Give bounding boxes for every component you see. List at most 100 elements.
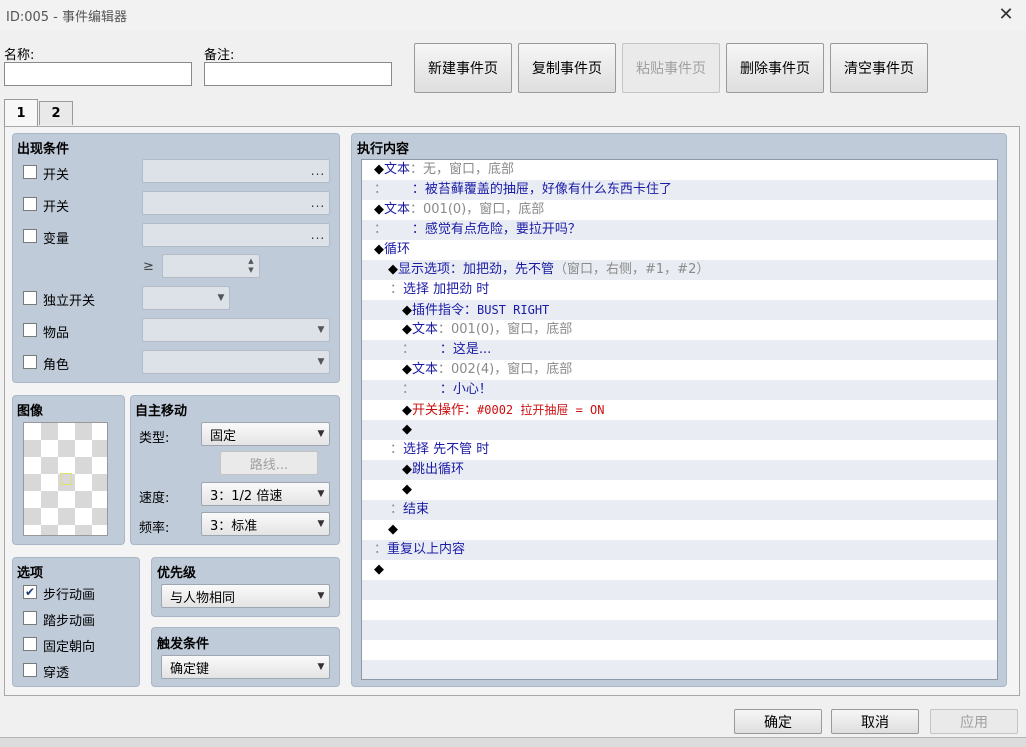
command-row[interactable] (362, 660, 997, 679)
command-text: ： (390, 502, 404, 517)
command-text: ： (374, 182, 388, 197)
window-title: ID:005 - 事件编辑器 (6, 10, 127, 25)
actor-label: 角色 (43, 358, 70, 373)
command-row[interactable] (362, 600, 997, 620)
contents-title: 执行内容 (357, 142, 410, 157)
move-speed-value: 3：1/2 倍速 (210, 488, 283, 504)
route-button[interactable]: 路线... (220, 451, 318, 475)
command-row[interactable] (362, 640, 997, 660)
command-row[interactable]: ： ：感觉有点危险，要拉开吗？ (362, 220, 997, 240)
copy-page-button[interactable]: 复制事件页 (518, 43, 616, 93)
variable-field[interactable]: ... (142, 223, 330, 247)
item-checkbox[interactable] (23, 323, 37, 337)
ellipsis-icon: ... (310, 228, 326, 242)
walking-anim-label: 步行动画 (43, 588, 96, 603)
stepping-anim-checkbox[interactable] (23, 611, 37, 625)
command-row[interactable] (362, 620, 997, 640)
spinner-arrows-icon[interactable]: ▲ ▼ (243, 257, 259, 275)
trigger-select[interactable]: 确定键 ▼ (161, 655, 330, 679)
command-text: 跳出循环 (412, 462, 465, 477)
item-select[interactable]: ▼ (142, 318, 330, 342)
command-text: ◆ (402, 303, 412, 318)
priority-select[interactable]: 与人物相同 ▼ (161, 584, 330, 608)
actor-select[interactable]: ▼ (142, 350, 330, 374)
tab-page-1[interactable]: 1 (4, 99, 38, 127)
ok-button[interactable]: 确定 (734, 709, 822, 734)
ellipsis-icon: ... (310, 196, 326, 210)
command-row[interactable]: ◆ (362, 560, 997, 580)
command-text: ：这是... (439, 342, 492, 357)
command-row[interactable]: ◆跳出循环 (362, 460, 997, 480)
conditions-title: 出现条件 (17, 142, 70, 157)
switch1-field[interactable]: ... (142, 159, 330, 183)
command-row[interactable]: ◆插件指令：BUST RIGHT (362, 300, 997, 320)
paste-page-button[interactable]: 粘贴事件页 (622, 43, 720, 93)
clear-page-button[interactable]: 清空事件页 (830, 43, 928, 93)
command-row[interactable]: ： ：这是... (362, 340, 997, 360)
command-row[interactable]: ◆显示选项：加把劲，先不管（窗口，右侧，#1，#2） (362, 260, 997, 280)
self-switch-checkbox[interactable] (23, 291, 37, 305)
command-text: 开关操作： (412, 403, 478, 418)
command-row[interactable]: ： ：被苔藓覆盖的抽屉，好像有什么东西卡住了 (362, 180, 997, 200)
command-text: ◆ (374, 162, 384, 177)
variable-value-spinner[interactable]: ▲ ▼ (162, 254, 260, 278)
self-switch-select[interactable]: ▼ (142, 286, 230, 310)
name-label: 名称: (4, 48, 35, 63)
move-type-select[interactable]: 固定 ▼ (201, 422, 330, 446)
command-text: 文本 (412, 322, 439, 337)
name-input[interactable] (4, 62, 192, 86)
command-text (387, 182, 412, 197)
command-list[interactable]: ◆文本：无，窗口，底部： ：被苔藓覆盖的抽屉，好像有什么东西卡住了 ◆文本：001… (361, 159, 998, 680)
event-image-preview[interactable] (23, 422, 108, 536)
check-icon: ✔ (24, 585, 36, 599)
walking-anim-checkbox[interactable]: ✔ (23, 585, 37, 599)
command-row[interactable]: ◆文本：无，窗口，底部 (362, 160, 997, 180)
command-row[interactable]: ◆文本：001(0)，窗口，底部 (362, 200, 997, 220)
command-row[interactable]: ◆循环 (362, 240, 997, 260)
switch2-checkbox[interactable] (23, 197, 37, 211)
trigger-value: 确定键 (170, 661, 210, 677)
chevron-down-icon: ▼ (317, 325, 325, 335)
command-text: ◆ (374, 202, 384, 217)
image-title: 图像 (17, 404, 44, 419)
command-row[interactable]: ：选择 先不管 时 (362, 440, 997, 460)
command-row[interactable]: ◆文本：001(0)，窗口，底部 (362, 320, 997, 340)
tab-page-2[interactable]: 2 (39, 101, 73, 125)
variable-checkbox[interactable] (23, 229, 37, 243)
command-text: ：无，窗口，底部 (410, 162, 515, 177)
stepping-anim-label: 踏步动画 (43, 614, 96, 629)
command-row[interactable]: ◆ (362, 520, 997, 540)
command-text: 选择 加把劲 时 (403, 282, 490, 297)
command-row[interactable]: ：选择 加把劲 时 (362, 280, 997, 300)
delete-page-button[interactable]: 删除事件页 (726, 43, 824, 93)
command-text: 插件指令： (412, 303, 478, 318)
command-row[interactable]: ： ：小心！ (362, 380, 997, 400)
close-icon[interactable]: ✕ (992, 2, 1020, 28)
command-row[interactable]: ◆ (362, 480, 997, 500)
command-row[interactable]: ：重复以上内容 (362, 540, 997, 560)
note-input[interactable] (204, 62, 392, 86)
direction-fix-checkbox[interactable] (23, 637, 37, 651)
new-page-button[interactable]: 新建事件页 (414, 43, 512, 93)
apply-button[interactable]: 应用 (930, 709, 1018, 734)
direction-fix-label: 固定朝向 (43, 640, 96, 655)
move-frequency-select[interactable]: 3：标准 ▼ (201, 512, 330, 536)
command-text (387, 222, 412, 237)
chevron-down-icon: ▼ (317, 429, 325, 439)
command-row[interactable]: ◆文本：002(4)，窗口，底部 (362, 360, 997, 380)
switch1-checkbox[interactable] (23, 165, 37, 179)
command-text: ：001(0)，窗口，底部 (438, 322, 573, 337)
command-text: 文本 (384, 202, 411, 217)
command-row[interactable]: ◆ (362, 420, 997, 440)
command-row[interactable]: ◆开关操作：#0002 拉开抽屉 = ON (362, 400, 997, 420)
command-row[interactable] (362, 580, 997, 600)
actor-checkbox[interactable] (23, 355, 37, 369)
command-text: ◆ (402, 462, 412, 477)
cancel-button[interactable]: 取消 (831, 709, 919, 734)
command-row[interactable]: ：结束 (362, 500, 997, 520)
command-text: #0002 拉开抽屉 = ON (477, 403, 605, 417)
command-text: ：小心！ (439, 382, 492, 397)
through-checkbox[interactable] (23, 663, 37, 677)
switch2-field[interactable]: ... (142, 191, 330, 215)
move-speed-select[interactable]: 3：1/2 倍速 ▼ (201, 482, 330, 506)
